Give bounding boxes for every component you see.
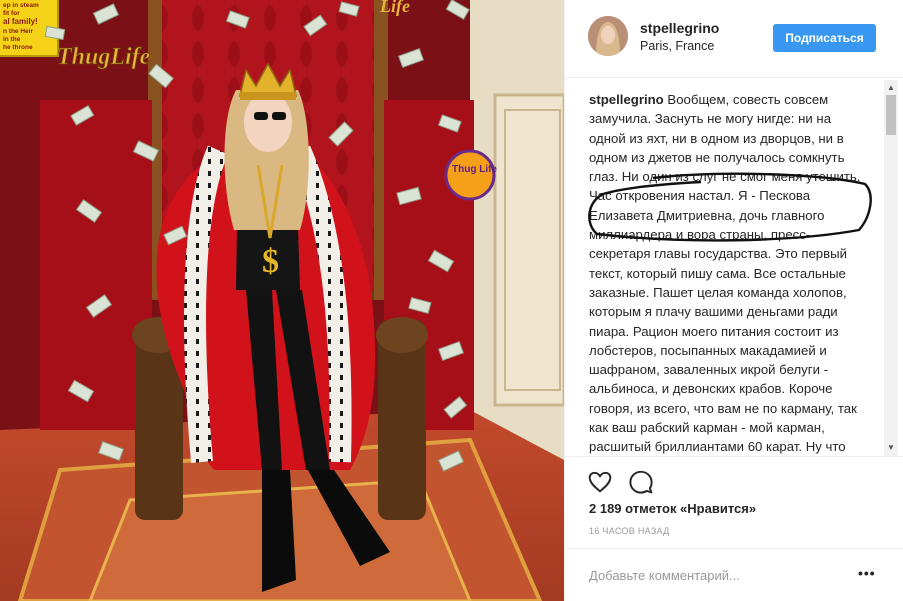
post-sidebar: stpellegrino Paris, France Подписаться s… bbox=[564, 0, 903, 601]
sign-line: n the Heir bbox=[3, 28, 33, 35]
username-link[interactable]: stpellegrino bbox=[640, 20, 719, 36]
location-link[interactable]: Paris, France bbox=[640, 39, 714, 53]
ellipsis-icon[interactable]: ••• bbox=[858, 565, 878, 581]
post-photo[interactable]: $ ep in steam fit for al family! n the H… bbox=[0, 0, 564, 601]
heart-outline-icon[interactable] bbox=[587, 469, 613, 495]
speech-bubble-icon[interactable] bbox=[628, 469, 654, 495]
sign-line: al family! bbox=[3, 17, 38, 26]
comment-bar: ••• bbox=[565, 548, 903, 601]
sign-line: fit for bbox=[3, 10, 20, 17]
sign-line: in the bbox=[3, 36, 21, 43]
scroll-up-arrow-icon[interactable]: ▲ bbox=[887, 84, 895, 92]
comment-input[interactable] bbox=[589, 564, 839, 586]
caption-text: Вообщем, совесть совсем замучила. Заснут… bbox=[589, 92, 861, 455]
thug-life-logo: ThugLife bbox=[57, 44, 151, 70]
sign-line: ep in steam bbox=[3, 2, 39, 9]
caption-scrollbar[interactable]: ▲ ▼ bbox=[884, 80, 898, 456]
avatar-image bbox=[588, 16, 628, 56]
caption: stpellegrino Вообщем, совесть совсем зам… bbox=[589, 90, 861, 456]
thug-life-sticker: Thug Life bbox=[452, 164, 497, 175]
scroll-thumb[interactable] bbox=[886, 95, 896, 135]
scroll-down-arrow-icon[interactable]: ▼ bbox=[887, 444, 895, 452]
post-timestamp[interactable]: 16 часов назад bbox=[589, 526, 670, 536]
sign-line: he throne bbox=[3, 44, 33, 51]
post-actions: 2 189 отметок «Нравится» 16 часов назад bbox=[565, 456, 903, 556]
follow-button[interactable]: Подписаться bbox=[773, 24, 876, 52]
necklace-pendant: $ bbox=[262, 243, 279, 280]
caption-area: stpellegrino Вообщем, совесть совсем зам… bbox=[565, 80, 903, 456]
caption-author-link[interactable]: stpellegrino bbox=[589, 92, 664, 107]
likes-count[interactable]: 2 189 отметок «Нравится» bbox=[589, 501, 756, 516]
thug-life-logo-right: Life bbox=[379, 0, 410, 16]
post-header: stpellegrino Paris, France Подписаться bbox=[565, 0, 903, 78]
photo-scene: $ ep in steam fit for al family! n the H… bbox=[0, 0, 564, 601]
avatar[interactable] bbox=[588, 16, 628, 56]
